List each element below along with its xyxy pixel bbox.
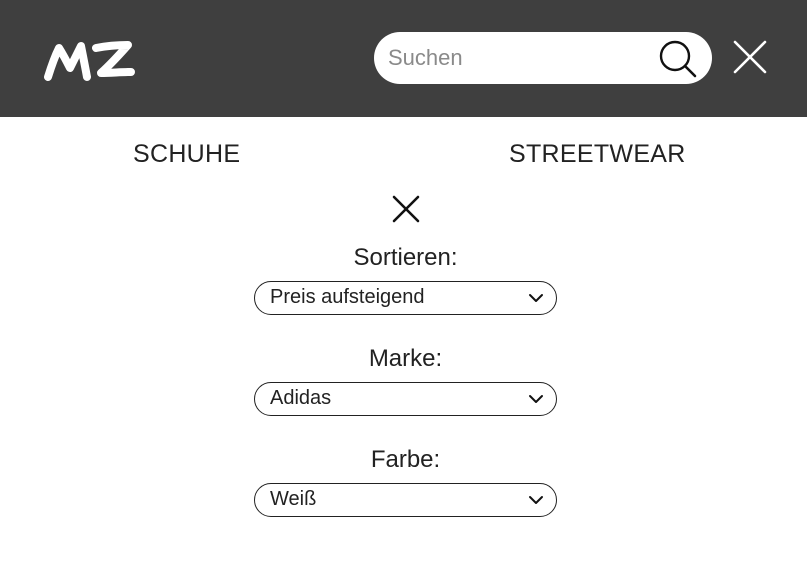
color-select-value: Weiß [270, 488, 317, 510]
mz-logo[interactable]: MZ [44, 34, 136, 84]
chevron-down-icon [529, 395, 543, 403]
chevron-down-icon [529, 294, 543, 302]
filter-label-marke: Marke: [368, 345, 443, 372]
search-icon[interactable] [655, 37, 699, 81]
chevron-down-icon [529, 496, 543, 504]
sort-select-value: Preis aufsteigend [270, 286, 425, 308]
search-input[interactable] [388, 38, 648, 78]
close-icon[interactable] [731, 38, 769, 76]
color-select[interactable]: Weiß [254, 483, 557, 517]
filter-label-farbe: Farbe: [370, 446, 441, 473]
close-filter-icon[interactable] [390, 193, 422, 225]
filter-label-sortieren: Sortieren: [353, 244, 458, 271]
nav-item-schuhe[interactable]: SCHUHE [133, 140, 240, 169]
nav-item-streetwear[interactable]: STREETWEAR [509, 140, 686, 169]
brand-select[interactable]: Adidas [254, 382, 557, 416]
sort-select[interactable]: Preis aufsteigend [254, 281, 557, 315]
brand-select-value: Adidas [270, 387, 332, 409]
